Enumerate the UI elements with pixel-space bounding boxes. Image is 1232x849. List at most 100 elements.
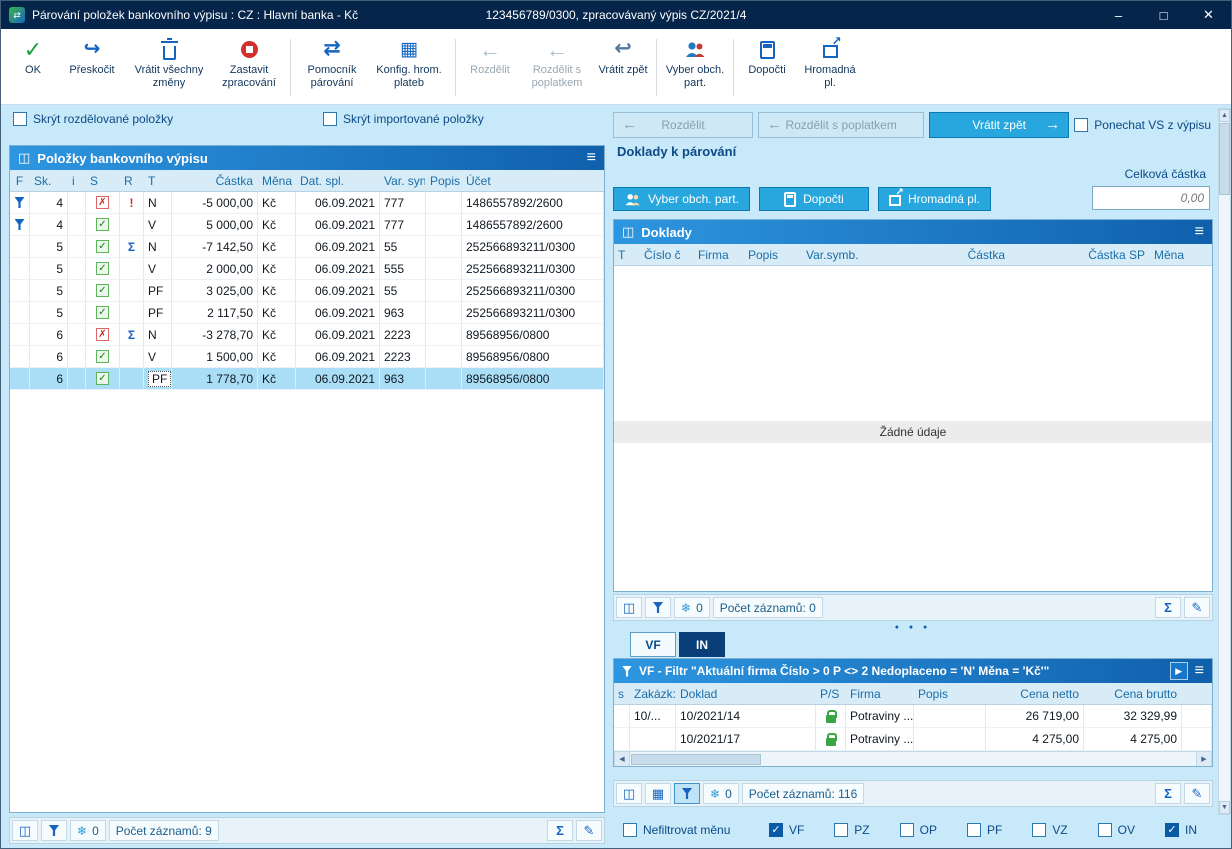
invoice-row[interactable]: 10/2021/17 Potraviny ... 4 275,00 4 275,… xyxy=(614,728,1212,751)
split-action-button[interactable]: ← Rozdělit xyxy=(613,111,754,138)
column-header-popis[interactable]: Popis xyxy=(744,244,802,265)
statement-row[interactable]: 5 ✓ PF 3 025,00 Kč 06.09.2021 55 2525668… xyxy=(10,280,604,302)
split-fee-action-button[interactable]: ← Rozdělit s poplatkem xyxy=(758,111,925,138)
column-header-popis[interactable]: Popis xyxy=(426,170,462,191)
ok-button[interactable]: ✓ OK xyxy=(7,33,59,102)
pairing-assistant-button[interactable]: ⇄ Pomocník párování xyxy=(296,33,368,102)
filter-button[interactable] xyxy=(645,597,671,618)
calendar-button[interactable]: ▦ xyxy=(645,783,671,804)
column-chooser-button[interactable]: ◫ xyxy=(12,820,38,841)
edit-button[interactable]: ✎ xyxy=(576,820,602,841)
filter-ov-checkbox[interactable]: OV xyxy=(1097,822,1135,837)
filter-vz-checkbox[interactable]: VZ xyxy=(1032,822,1068,837)
filter-op-checkbox[interactable]: OP xyxy=(899,822,937,837)
bulk-payment-small-button[interactable]: Hromadná pl. xyxy=(877,187,991,211)
filter-vf-checkbox[interactable]: VF xyxy=(768,822,804,837)
statement-row[interactable]: 6 ✓ V 1 500,00 Kč 06.09.2021 2223 895689… xyxy=(10,346,604,368)
total-amount-input[interactable] xyxy=(1092,186,1210,210)
filter-button[interactable] xyxy=(41,820,67,841)
tab-in[interactable]: IN xyxy=(679,632,725,657)
column-header-netto[interactable]: Cena netto xyxy=(986,683,1084,704)
bulk-payment-button[interactable]: Hromadná pl. xyxy=(795,33,865,102)
close-button[interactable]: ✕ xyxy=(1186,1,1231,29)
column-header-currency[interactable]: Měna xyxy=(1150,244,1212,265)
scroll-up-arrow[interactable]: ▲ xyxy=(1219,109,1230,122)
edit-button[interactable]: ✎ xyxy=(1184,597,1210,618)
stop-processing-button[interactable]: Zastavit zpracování xyxy=(213,33,285,102)
horizontal-scrollbar[interactable]: ◀ ▶ xyxy=(614,751,1212,766)
undo-button[interactable]: ↩ Vrátit zpět xyxy=(595,33,651,102)
column-header-number[interactable]: Číslo č xyxy=(640,244,694,265)
column-header-firma[interactable]: Firma xyxy=(846,683,914,704)
column-header-t[interactable]: T xyxy=(144,170,172,191)
filter-in-checkbox[interactable]: IN xyxy=(1165,822,1197,837)
sum-button[interactable]: Σ xyxy=(1155,783,1181,804)
column-header-ps[interactable]: P/S xyxy=(816,683,846,704)
column-header-date[interactable]: Dat. spl. xyxy=(296,170,380,191)
column-header-brutto[interactable]: Cena brutto xyxy=(1084,683,1182,704)
column-header-varsymb[interactable]: Var.symb. xyxy=(802,244,870,265)
scrollbar-thumb[interactable] xyxy=(631,753,761,765)
hide-split-items-checkbox[interactable]: Skrýt rozdělované položky xyxy=(13,112,173,126)
column-chooser-button[interactable]: ◫ xyxy=(616,783,642,804)
filter-pf-checkbox[interactable]: PF xyxy=(966,822,1002,837)
tab-vf[interactable]: VF xyxy=(630,632,676,657)
minimize-button[interactable]: – xyxy=(1096,1,1141,29)
vertical-scrollbar[interactable]: ▲ ▼ xyxy=(1218,108,1231,815)
recompute-small-button[interactable]: Dopočti xyxy=(758,187,869,211)
splitter-handle[interactable]: ● ● ● xyxy=(613,622,1213,632)
scroll-down-arrow[interactable]: ▼ xyxy=(1219,801,1230,814)
column-header-popis[interactable]: Popis xyxy=(914,683,986,704)
split-button[interactable]: ← Rozdělit xyxy=(461,33,519,102)
menu-icon[interactable]: ≡ xyxy=(1195,223,1204,241)
hide-imported-items-checkbox[interactable]: Skrýt importované položky xyxy=(323,112,484,126)
column-header-r[interactable]: R xyxy=(120,170,144,191)
scrollbar-thumb[interactable] xyxy=(1219,123,1230,195)
statement-row[interactable]: 4 ✗ ! N -5 000,00 Kč 06.09.2021 777 1486… xyxy=(10,192,604,214)
maximize-button[interactable]: □ xyxy=(1141,1,1186,29)
column-header-i[interactable]: i xyxy=(68,170,86,191)
skip-button[interactable]: ↪ Přeskočit xyxy=(59,33,125,102)
column-header-doklad[interactable]: Doklad xyxy=(676,683,816,704)
no-currency-filter-checkbox[interactable]: Nefiltrovat měnu xyxy=(623,822,730,837)
statement-row-selected[interactable]: 6 ✓ PF 1 778,70 Kč 06.09.2021 963 895689… xyxy=(10,368,604,390)
menu-icon[interactable]: ≡ xyxy=(1195,662,1204,680)
column-header-t[interactable]: T xyxy=(614,244,640,265)
statement-row[interactable]: 5 ✓ PF 2 117,50 Kč 06.09.2021 963 252566… xyxy=(10,302,604,324)
scroll-right-arrow[interactable]: ▶ xyxy=(1196,752,1212,766)
column-header-sk[interactable]: Sk. xyxy=(30,170,68,191)
column-header-amount[interactable]: Částka xyxy=(172,170,258,191)
column-header-currency[interactable]: Měna xyxy=(258,170,296,191)
bulk-payment-config-button[interactable]: ▦ Konfig. hrom. plateb xyxy=(368,33,450,102)
column-chooser-button[interactable]: ◫ xyxy=(616,597,642,618)
statement-row[interactable]: 6 ✗ Σ N -3 278,70 Kč 06.09.2021 2223 895… xyxy=(10,324,604,346)
select-partner-small-button[interactable]: Vyber obch. part. xyxy=(613,187,750,211)
statement-row[interactable]: 5 ✓ V 2 000,00 Kč 06.09.2021 555 2525668… xyxy=(10,258,604,280)
undo-action-button[interactable]: Vrátit zpět → xyxy=(929,111,1070,138)
column-header-amount-sp[interactable]: Částka SP xyxy=(1010,244,1150,265)
keep-vs-checkbox[interactable]: Ponechat VS z výpisu xyxy=(1074,117,1215,132)
column-header-f[interactable]: F xyxy=(10,170,30,191)
select-partner-button[interactable]: Vyber obch. part. xyxy=(662,33,728,102)
column-header-zakazka[interactable]: Zakázk: xyxy=(630,683,676,704)
column-header-account[interactable]: Účet xyxy=(462,170,604,191)
column-header-varsym[interactable]: Var. syn xyxy=(380,170,426,191)
column-header-s[interactable]: S xyxy=(86,170,120,191)
statement-row[interactable]: 4 ✓ V 5 000,00 Kč 06.09.2021 777 1486557… xyxy=(10,214,604,236)
edit-button[interactable]: ✎ xyxy=(1184,783,1210,804)
scroll-left-arrow[interactable]: ◀ xyxy=(614,752,630,766)
column-header-amount[interactable]: Částka xyxy=(870,244,1010,265)
sum-button[interactable]: Σ xyxy=(547,820,573,841)
column-header-s[interactable]: s xyxy=(614,683,630,704)
recompute-button[interactable]: Dopočti xyxy=(739,33,795,102)
statement-row[interactable]: 5 ✓ Σ N -7 142,50 Kč 06.09.2021 55 25256… xyxy=(10,236,604,258)
apply-filter-button[interactable]: ▶ xyxy=(1169,662,1188,680)
column-header-firma[interactable]: Firma xyxy=(694,244,744,265)
invoice-row[interactable]: 10/... 10/2021/14 Potraviny ... 26 719,0… xyxy=(614,705,1212,728)
revert-all-changes-button[interactable]: Vrátit všechny změny xyxy=(125,33,213,102)
filter-button-active[interactable] xyxy=(674,783,700,804)
split-with-fee-button[interactable]: ← Rozdělit s poplatkem xyxy=(519,33,595,102)
menu-icon[interactable]: ≡ xyxy=(587,149,596,167)
filter-pz-checkbox[interactable]: PZ xyxy=(834,822,870,837)
sum-button[interactable]: Σ xyxy=(1155,597,1181,618)
